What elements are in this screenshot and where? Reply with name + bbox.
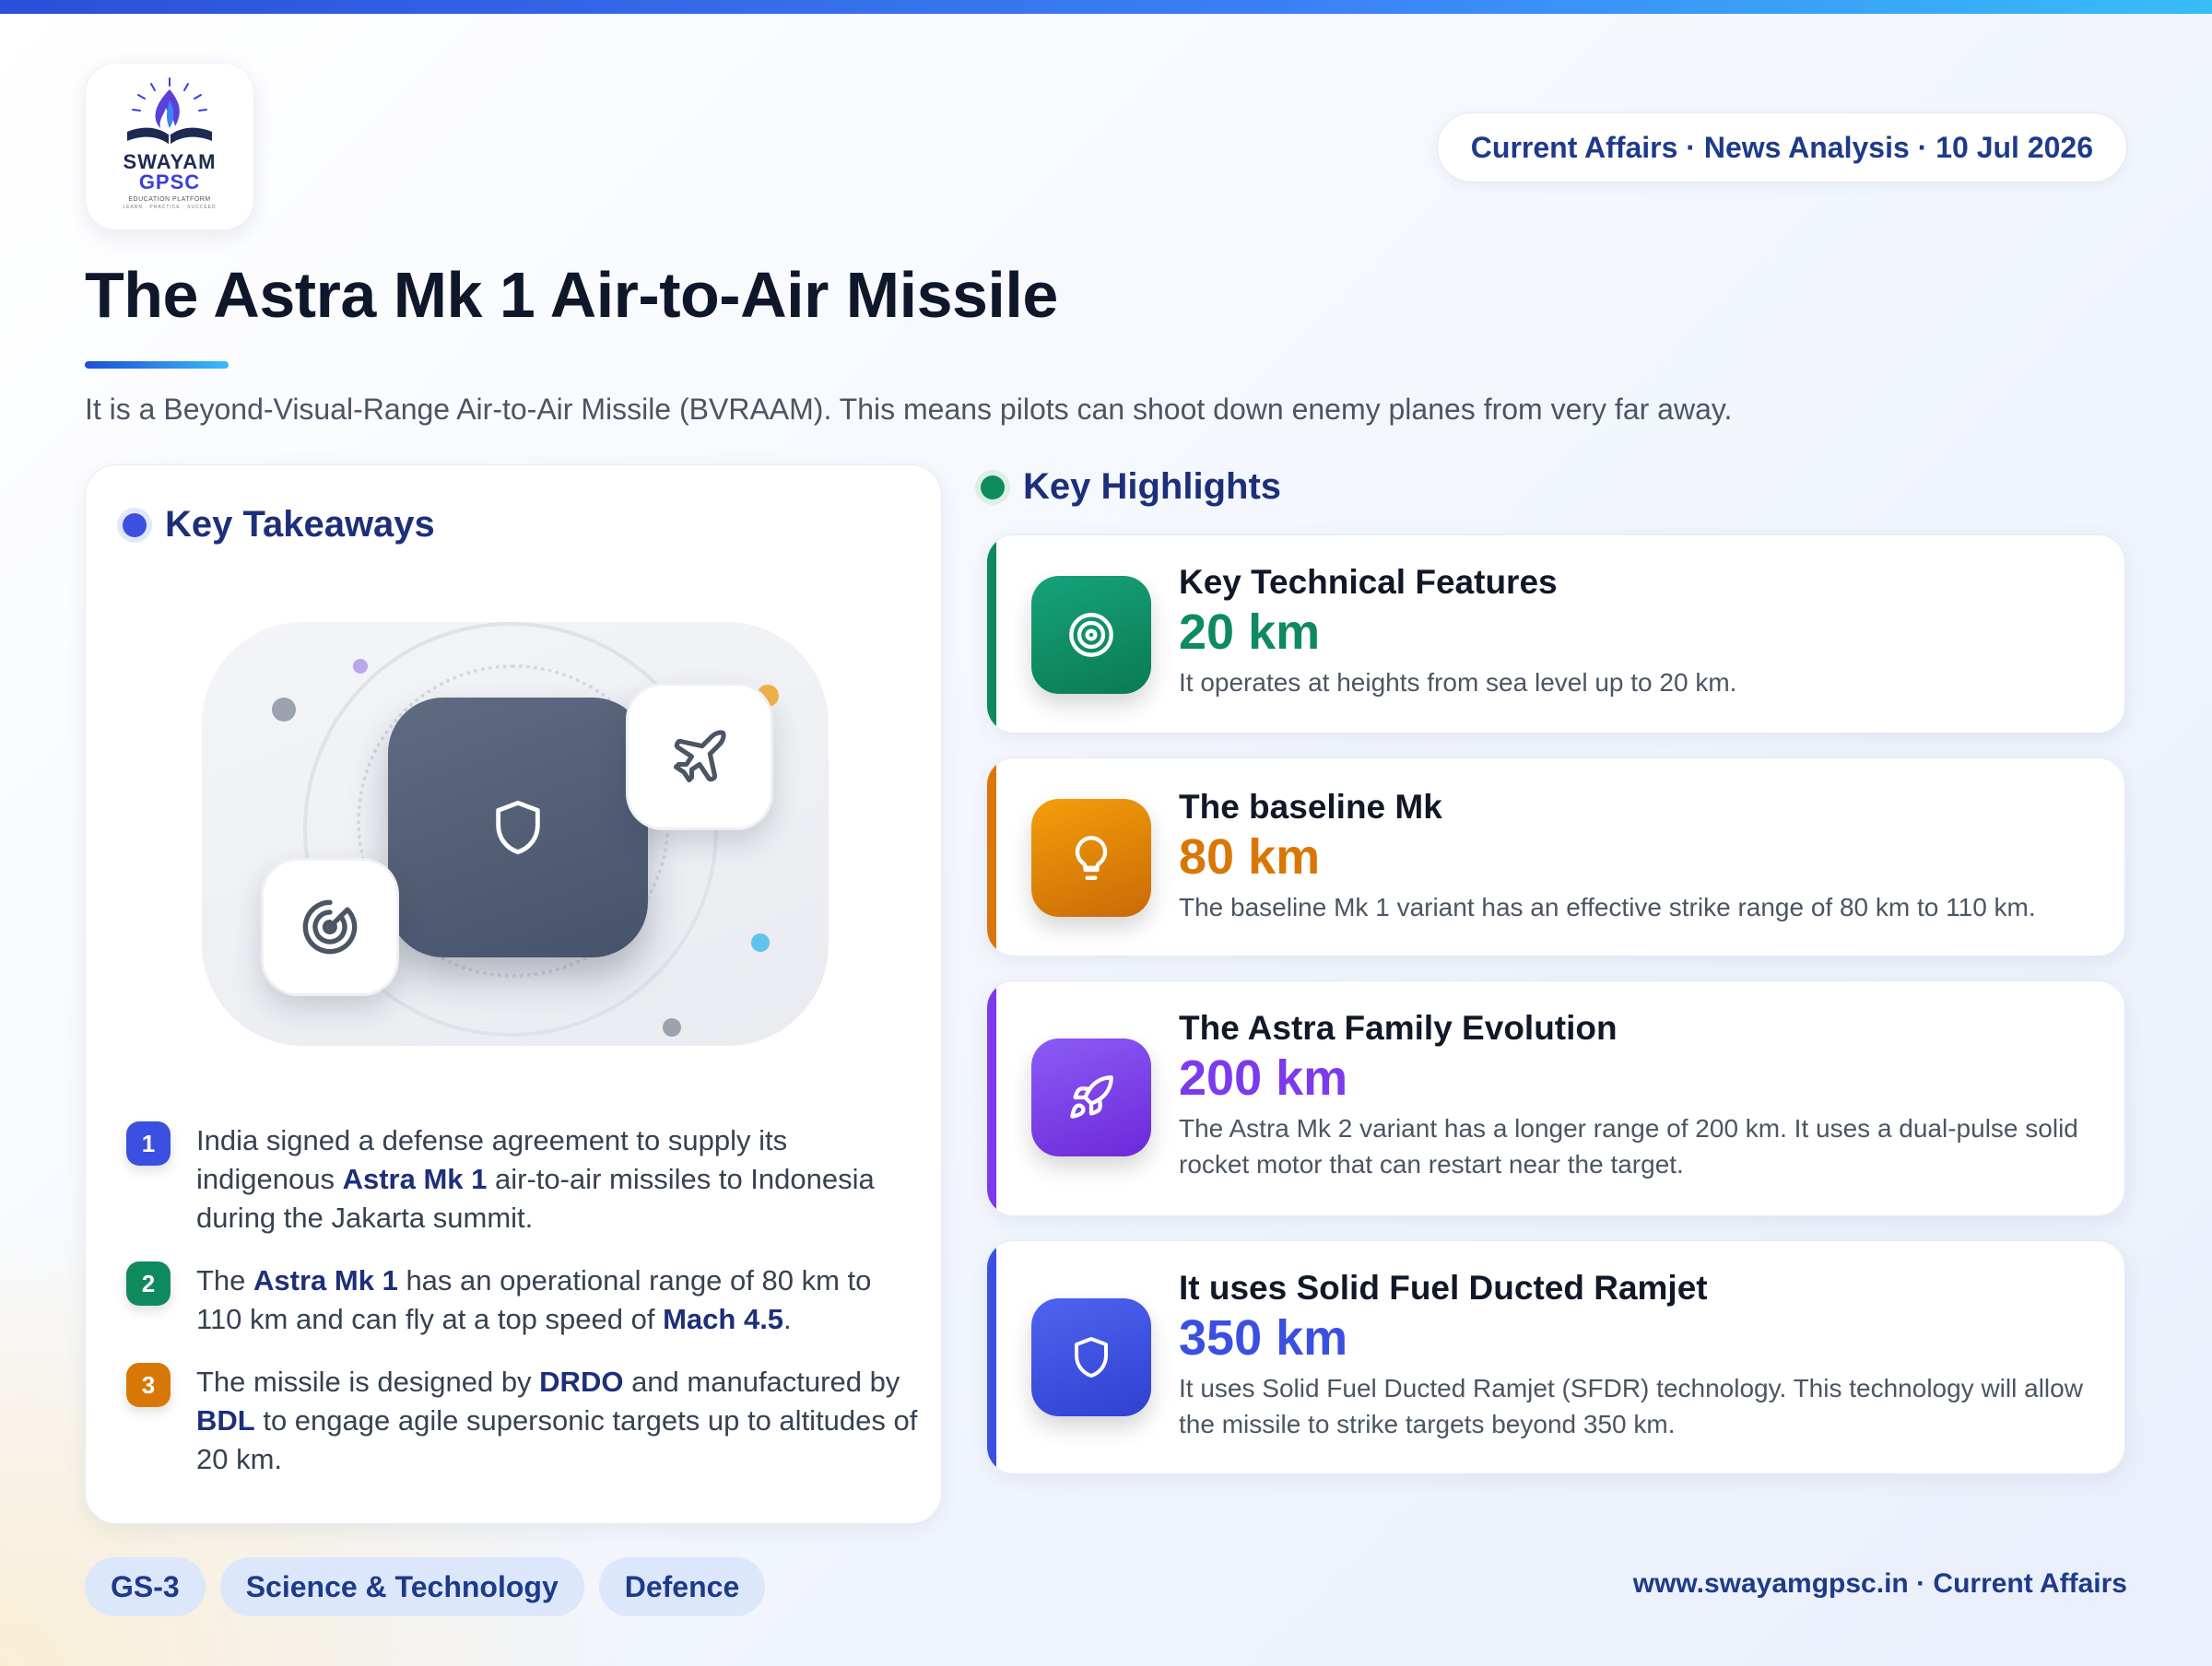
- logo-flame-book-icon: [127, 77, 212, 145]
- highlight-title: Key Technical Features: [1179, 563, 1558, 601]
- page-subtitle: It is a Beyond-Visual-Range Air-to-Air M…: [85, 393, 1733, 426]
- lightbulb-icon: [1075, 836, 1108, 880]
- highlight-value: 200 km: [1179, 1050, 1348, 1106]
- highlight-description: It uses Solid Fuel Ducted Ramjet (SFDR) …: [1179, 1374, 2083, 1438]
- date-pill: Current Affairs · News Analysis · 10 Jul…: [1436, 112, 2127, 182]
- tag-defence[interactable]: Defence: [598, 1557, 766, 1616]
- top-accent-bar: [0, 0, 2212, 14]
- logo-motto: LEARN · PRACTICE · SUCCEED: [123, 205, 217, 210]
- takeaway-number-badge: 3: [126, 1363, 171, 1407]
- key-takeaways-heading: Key Takeaways: [123, 504, 435, 546]
- highlight-value: 350 km: [1179, 1310, 1348, 1366]
- highlight-description: The Astra Mk 2 variant has a longer rang…: [1179, 1114, 2078, 1179]
- takeaway-number-badge: 1: [126, 1121, 171, 1166]
- highlight-description: It operates at heights from sea level up…: [1179, 668, 1737, 697]
- rocket-icon: [1070, 1075, 1113, 1119]
- highlight-title: The baseline Mk: [1179, 788, 1442, 826]
- tag-science-technology[interactable]: Science & Technology: [219, 1557, 584, 1616]
- website-link[interactable]: www.swayamgpsc.in · Current Affairs: [1633, 1568, 2127, 1600]
- missile-illustration: [202, 622, 829, 1046]
- decor-dot: [353, 659, 368, 674]
- shield-tile: [388, 698, 648, 957]
- takeaway-item: 3 The missile is designed by DRDO and ma…: [126, 1363, 919, 1479]
- key-highlights-heading: Key Highlights: [981, 466, 1281, 508]
- highlight-icon-tile: [1031, 1298, 1151, 1416]
- takeaway-text: The Astra Mk 1 has an operational range …: [196, 1264, 872, 1335]
- highlight-card-baseline: The baseline Mk 80 km The baseline Mk 1 …: [986, 757, 2125, 956]
- logo: SWAYAM GPSC EDUCATION PLATFORM LEARN · P…: [85, 63, 254, 230]
- plane-tile: [626, 683, 773, 830]
- highlight-card-evolution: The Astra Family Evolution 200 km The As…: [986, 980, 2125, 1216]
- key-highlights-title: Key Highlights: [1023, 466, 1282, 507]
- bullet-dot: [123, 512, 147, 537]
- plane-icon: [673, 730, 726, 783]
- highlight-accent-bar: [987, 1241, 996, 1473]
- highlight-accent-bar: [987, 535, 996, 733]
- logo-tagline: EDUCATION PLATFORM: [128, 196, 211, 203]
- takeaway-item: 2 The Astra Mk 1 has an operational rang…: [126, 1261, 919, 1339]
- radar-tile: [261, 858, 399, 996]
- highlight-card-sfdr: It uses Solid Fuel Ducted Ramjet 350 km …: [986, 1240, 2125, 1474]
- highlight-title: The Astra Family Evolution: [1179, 1009, 1618, 1047]
- shield-icon: [496, 800, 540, 855]
- takeaway-number-badge: 2: [126, 1261, 171, 1306]
- highlight-description: The baseline Mk 1 variant has an effecti…: [1179, 893, 2036, 921]
- takeaway-text: The missile is designed by DRDO and manu…: [196, 1366, 918, 1475]
- highlight-title: It uses Solid Fuel Ducted Ramjet: [1179, 1269, 1708, 1307]
- highlight-icon-tile: [1031, 576, 1151, 694]
- page-title: The Astra Mk 1 Air-to-Air Missile: [85, 259, 1058, 331]
- tag-gs3[interactable]: GS-3: [85, 1557, 206, 1616]
- highlight-value: 20 km: [1179, 604, 1321, 660]
- logo-text-gpsc: GPSC: [138, 170, 201, 194]
- highlight-accent-bar: [987, 981, 996, 1215]
- highlight-card-technical: Key Technical Features 20 km It operates…: [986, 534, 2125, 733]
- decor-dot: [272, 698, 296, 722]
- target-icon: [1069, 613, 1113, 657]
- bullet-dot: [981, 475, 1005, 499]
- key-takeaways-title: Key Takeaways: [165, 504, 435, 545]
- shield-icon: [1075, 1337, 1108, 1378]
- takeaway-text: India signed a defense agreement to supp…: [196, 1124, 875, 1234]
- highlight-value: 80 km: [1179, 829, 1321, 885]
- decor-dot: [663, 1018, 681, 1037]
- key-takeaways-card: Key Takeaways 1 India signed a defense a…: [85, 464, 942, 1524]
- highlight-icon-tile: [1031, 1038, 1151, 1156]
- radar-icon: [302, 899, 358, 955]
- topic-tags: GS-3 Science & Technology Defence: [85, 1557, 766, 1616]
- decor-dot: [751, 933, 770, 952]
- highlight-accent-bar: [987, 758, 996, 956]
- highlight-icon-tile: [1031, 799, 1151, 917]
- title-underline: [85, 361, 229, 369]
- takeaways-list: 1 India signed a defense agreement to su…: [126, 1121, 919, 1503]
- takeaway-item: 1 India signed a defense agreement to su…: [126, 1121, 919, 1238]
